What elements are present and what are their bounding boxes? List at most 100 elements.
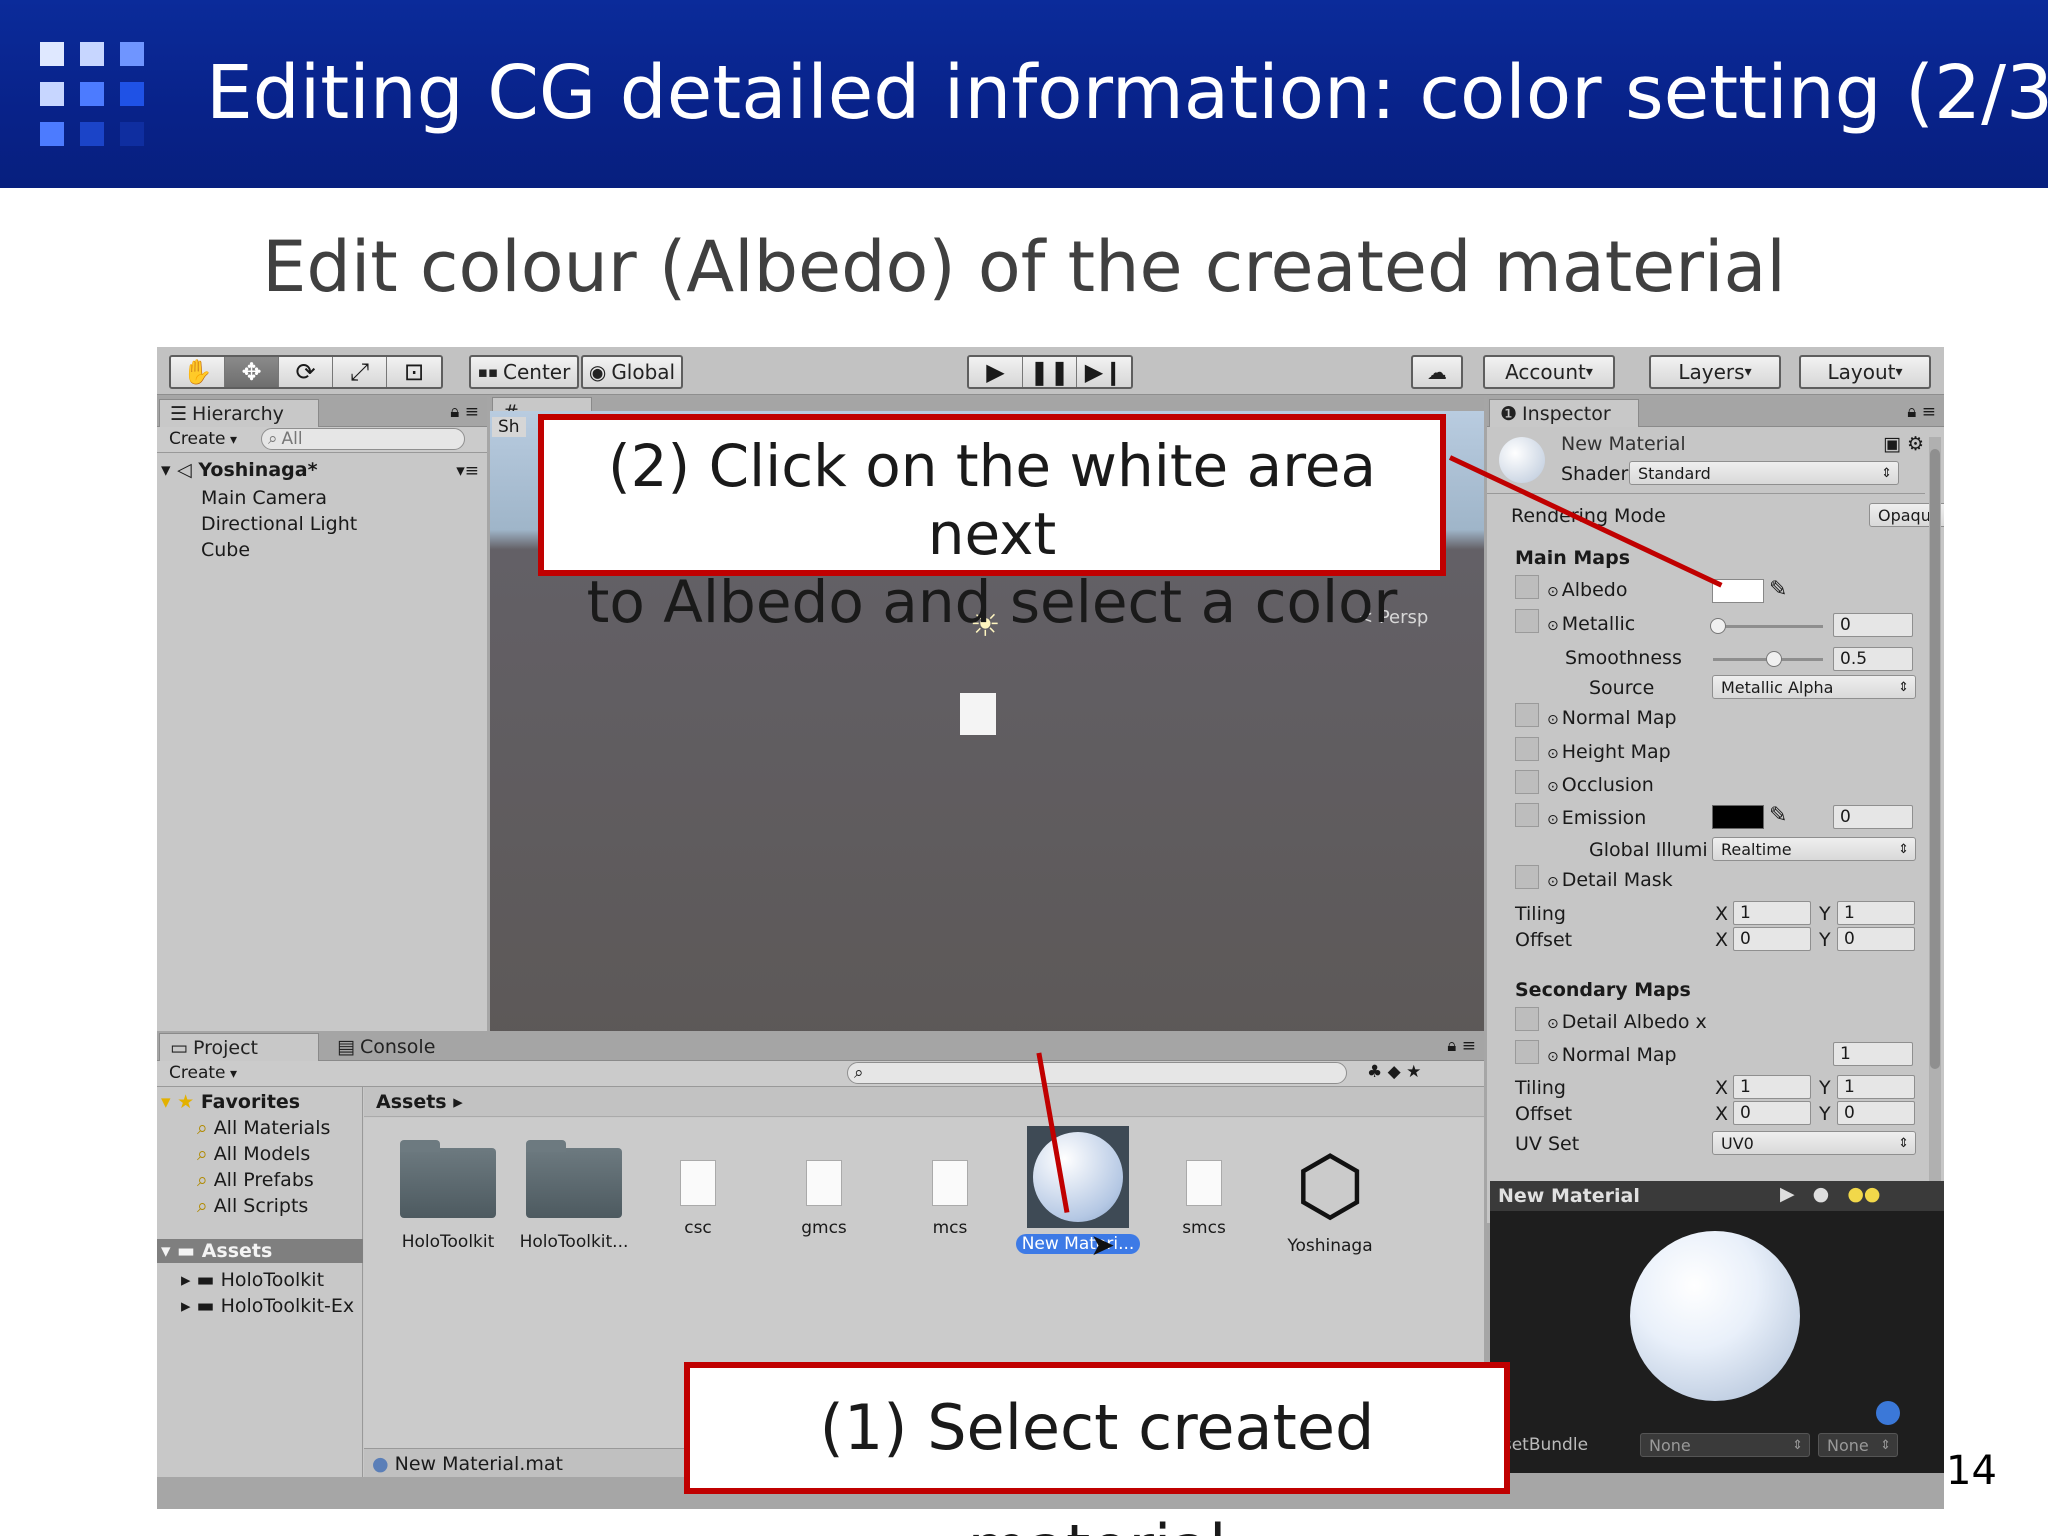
- offset-y-field[interactable]: 0: [1837, 927, 1915, 951]
- asset-item[interactable]: ⬡ Yoshinaga: [1270, 1140, 1390, 1257]
- shader-dropdown[interactable]: Standard: [1629, 461, 1899, 485]
- pivot-center-button[interactable]: ▪▪ Center: [469, 355, 579, 389]
- preview-sphere-icon[interactable]: ●: [1813, 1183, 1830, 1205]
- tiling-y-field[interactable]: 1: [1837, 901, 1915, 925]
- favorites-node[interactable]: ▾ ★ Favorites: [161, 1091, 300, 1113]
- asset-item[interactable]: csc: [638, 1148, 758, 1238]
- tab-inspector[interactable]: ❶ Inspector: [1489, 399, 1639, 427]
- asset-tree-item[interactable]: ▸ ▬ HoloToolkit-Ex: [181, 1295, 354, 1317]
- preview-light-icon[interactable]: ●●: [1847, 1183, 1880, 1205]
- hierarchy-item[interactable]: Directional Light: [201, 513, 357, 535]
- gi-dropdown[interactable]: Realtime: [1712, 837, 1916, 861]
- favorite-item[interactable]: ⌕ All Materials: [197, 1117, 330, 1139]
- filter-icons[interactable]: ♣ ◆ ★: [1367, 1062, 1421, 1082]
- normal-map-slot[interactable]: [1515, 703, 1539, 727]
- secondary-offset-x-field[interactable]: 0: [1733, 1101, 1811, 1125]
- detail-mask-slot[interactable]: [1515, 865, 1539, 889]
- offset-x-field[interactable]: 0: [1733, 927, 1811, 951]
- eyedropper-icon[interactable]: ✎: [1769, 577, 1787, 602]
- favorite-item[interactable]: ⌕ All Prefabs: [197, 1169, 314, 1191]
- asset-item[interactable]: smcs: [1144, 1148, 1264, 1238]
- secondary-tiling-y-field[interactable]: 1: [1837, 1075, 1915, 1099]
- assetbundle-variant-dropdown[interactable]: None: [1818, 1433, 1898, 1457]
- assetbundle-dropdown[interactable]: None: [1640, 1433, 1810, 1457]
- project-lock-icon[interactable]: 🔒︎ ≡: [1447, 1036, 1476, 1056]
- asset-item[interactable]: gmcs: [764, 1148, 884, 1238]
- scene-root[interactable]: ▾ ◁ Yoshinaga*: [161, 459, 318, 481]
- favorite-item[interactable]: ⌕ All Scripts: [197, 1195, 308, 1217]
- pause-icon[interactable]: ❚❚: [1023, 357, 1077, 387]
- assets-root-node[interactable]: ▾ ▬ Assets: [157, 1239, 363, 1263]
- source-label: Source: [1589, 677, 1655, 699]
- material-preview[interactable]: ssetBundle None None: [1490, 1211, 1944, 1473]
- occlusion-slot[interactable]: [1515, 770, 1539, 794]
- asset-item[interactable]: HoloToolkit: [388, 1140, 508, 1252]
- height-map-slot[interactable]: [1515, 737, 1539, 761]
- search-icon: ⌕: [197, 1143, 214, 1165]
- tiling-x-label: X: [1715, 903, 1729, 925]
- metallic-texture-slot[interactable]: [1515, 609, 1539, 633]
- emission-color-swatch[interactable]: [1712, 805, 1764, 829]
- rotate-tool-icon[interactable]: ⟳: [279, 357, 333, 387]
- step-icon[interactable]: ▶❙: [1077, 357, 1131, 387]
- source-dropdown[interactable]: Metallic Alpha: [1712, 675, 1916, 699]
- tiling-y-label: Y: [1819, 903, 1831, 925]
- account-dropdown[interactable]: Account: [1483, 355, 1615, 389]
- selected-file-path: ● New Material.mat: [372, 1453, 563, 1475]
- hierarchy-search-input[interactable]: ⌕ All: [261, 428, 465, 450]
- asset-item[interactable]: mcs: [890, 1148, 1010, 1238]
- project-search-input[interactable]: ⌕: [847, 1062, 1347, 1084]
- tab-project[interactable]: ▭ Project: [159, 1033, 319, 1061]
- emission-slot[interactable]: [1515, 803, 1539, 827]
- search-icon: ⌕: [197, 1117, 214, 1139]
- tag-icon[interactable]: [1876, 1401, 1900, 1425]
- inspector-scroll-thumb[interactable]: [1930, 449, 1940, 1069]
- material-settings-icon[interactable]: ▣ ⚙: [1883, 433, 1924, 455]
- hierarchy-item[interactable]: Main Camera: [201, 487, 327, 509]
- secondary-tiling-x-field[interactable]: 1: [1733, 1075, 1811, 1099]
- scene-menu-icon[interactable]: ▾≡: [456, 461, 479, 481]
- pivot-global-button[interactable]: ◉ Global: [581, 355, 683, 389]
- lock-icon[interactable]: 🔒︎ ≡: [450, 402, 479, 422]
- layout-dropdown[interactable]: Layout: [1799, 355, 1931, 389]
- play-icon[interactable]: ▶: [969, 357, 1023, 387]
- normal-map-label: Normal Map: [1547, 707, 1677, 729]
- rect-tool-icon[interactable]: ⊡: [387, 357, 441, 387]
- metallic-slider[interactable]: [1713, 625, 1823, 628]
- project-create-dropdown[interactable]: Create: [169, 1063, 237, 1083]
- inspector-scrollbar[interactable]: [1929, 437, 1941, 1217]
- tiling-label: Tiling: [1515, 903, 1566, 925]
- secondary-normal-map-slot[interactable]: [1515, 1040, 1539, 1064]
- cube-object[interactable]: [960, 693, 996, 735]
- inspector-lock-icon[interactable]: 🔒︎ ≡: [1907, 402, 1936, 422]
- smoothness-slider-handle[interactable]: [1766, 651, 1782, 667]
- hierarchy-create-dropdown[interactable]: Create: [169, 429, 237, 449]
- metallic-value-field[interactable]: 0: [1833, 613, 1913, 637]
- tab-console[interactable]: ▤ Console: [327, 1033, 467, 1061]
- emission-eyedropper-icon[interactable]: ✎: [1769, 803, 1787, 828]
- cloud-icon[interactable]: ☁: [1411, 355, 1463, 389]
- hierarchy-item[interactable]: Cube: [201, 539, 250, 561]
- smoothness-value-field[interactable]: 0.5: [1833, 647, 1913, 671]
- asset-item-selected[interactable]: New Materi...: [1014, 1126, 1142, 1254]
- tab-hierarchy[interactable]: ☰ Hierarchy: [159, 399, 319, 427]
- assets-breadcrumb[interactable]: Assets ▸: [376, 1091, 463, 1113]
- preview-play-icon[interactable]: ▶: [1780, 1183, 1795, 1205]
- preview-controls[interactable]: ▶ ● ●●: [1780, 1183, 1880, 1205]
- secondary-offset-y-field[interactable]: 0: [1837, 1101, 1915, 1125]
- albedo-texture-slot[interactable]: [1515, 575, 1539, 599]
- move-tool-icon[interactable]: ✥: [225, 357, 279, 387]
- favorite-item[interactable]: ⌕ All Models: [197, 1143, 310, 1165]
- asset-tree-item[interactable]: ▸ ▬ HoloToolkit: [181, 1269, 324, 1291]
- detail-albedo-slot[interactable]: [1515, 1007, 1539, 1031]
- uv-set-dropdown[interactable]: UV0: [1712, 1131, 1916, 1155]
- metallic-slider-handle[interactable]: [1710, 618, 1726, 634]
- tiling-x-field[interactable]: 1: [1733, 901, 1811, 925]
- scale-tool-icon[interactable]: ⤢: [333, 357, 387, 387]
- shading-mode-dropdown[interactable]: Sh: [492, 417, 526, 437]
- layers-dropdown[interactable]: Layers: [1649, 355, 1781, 389]
- asset-item[interactable]: HoloToolkit...: [514, 1140, 634, 1252]
- emission-value-field[interactable]: 0: [1833, 805, 1913, 829]
- hand-tool-icon[interactable]: ✋: [171, 357, 225, 387]
- secondary-normal-value-field[interactable]: 1: [1833, 1042, 1913, 1066]
